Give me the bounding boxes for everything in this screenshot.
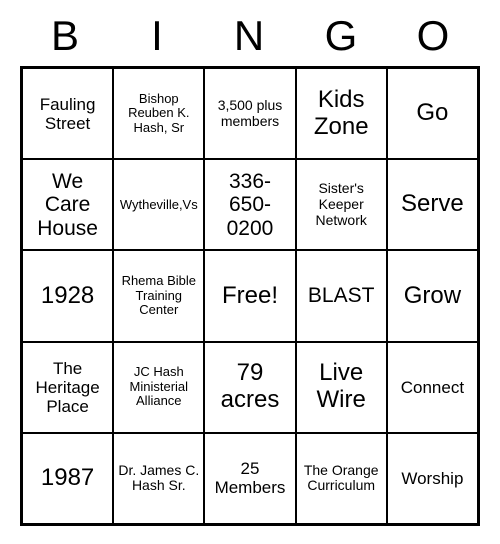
bingo-cell-r0-c1[interactable]: Bishop Reuben K. Hash, Sr [113, 68, 204, 159]
bingo-cell-r1-c1[interactable]: Wytheville,Vs [113, 159, 204, 250]
header-letter-i: I [112, 12, 204, 60]
bingo-cell-r4-c3[interactable]: The Orange Curriculum [296, 433, 387, 524]
header-letter-g: G [296, 12, 388, 60]
header-letter-o: O [388, 12, 480, 60]
bingo-cell-r3-c2[interactable]: 79 acres [204, 342, 295, 433]
bingo-cell-r3-c4[interactable]: Connect [387, 342, 478, 433]
bingo-cell-r2-c4[interactable]: Grow [387, 250, 478, 341]
bingo-header: B I N G O [20, 12, 480, 60]
bingo-cell-r0-c3[interactable]: Kids Zone [296, 68, 387, 159]
header-letter-n: N [204, 12, 296, 60]
bingo-cell-r1-c0[interactable]: We Care House [22, 159, 113, 250]
bingo-cell-r2-c3[interactable]: BLAST [296, 250, 387, 341]
bingo-cell-r3-c3[interactable]: Live Wire [296, 342, 387, 433]
bingo-cell-r4-c1[interactable]: Dr. James C. Hash Sr. [113, 433, 204, 524]
bingo-cell-r3-c0[interactable]: The Heritage Place [22, 342, 113, 433]
bingo-cell-r1-c2[interactable]: 336-650-0200 [204, 159, 295, 250]
bingo-cell-r4-c0[interactable]: 1987 [22, 433, 113, 524]
bingo-cell-r4-c4[interactable]: Worship [387, 433, 478, 524]
bingo-cell-r2-c2[interactable]: Free! [204, 250, 295, 341]
bingo-cell-r1-c3[interactable]: Sister's Keeper Network [296, 159, 387, 250]
bingo-cell-r1-c4[interactable]: Serve [387, 159, 478, 250]
bingo-cell-r2-c0[interactable]: 1928 [22, 250, 113, 341]
bingo-cell-r3-c1[interactable]: JC Hash Ministerial Alliance [113, 342, 204, 433]
bingo-cell-r0-c0[interactable]: Fauling Street [22, 68, 113, 159]
bingo-cell-r0-c4[interactable]: Go [387, 68, 478, 159]
bingo-cell-r0-c2[interactable]: 3,500 plus members [204, 68, 295, 159]
header-letter-b: B [20, 12, 112, 60]
bingo-cell-r4-c2[interactable]: 25 Members [204, 433, 295, 524]
bingo-cell-r2-c1[interactable]: Rhema Bible Training Center [113, 250, 204, 341]
bingo-grid: Fauling StreetBishop Reuben K. Hash, Sr3… [20, 66, 480, 526]
